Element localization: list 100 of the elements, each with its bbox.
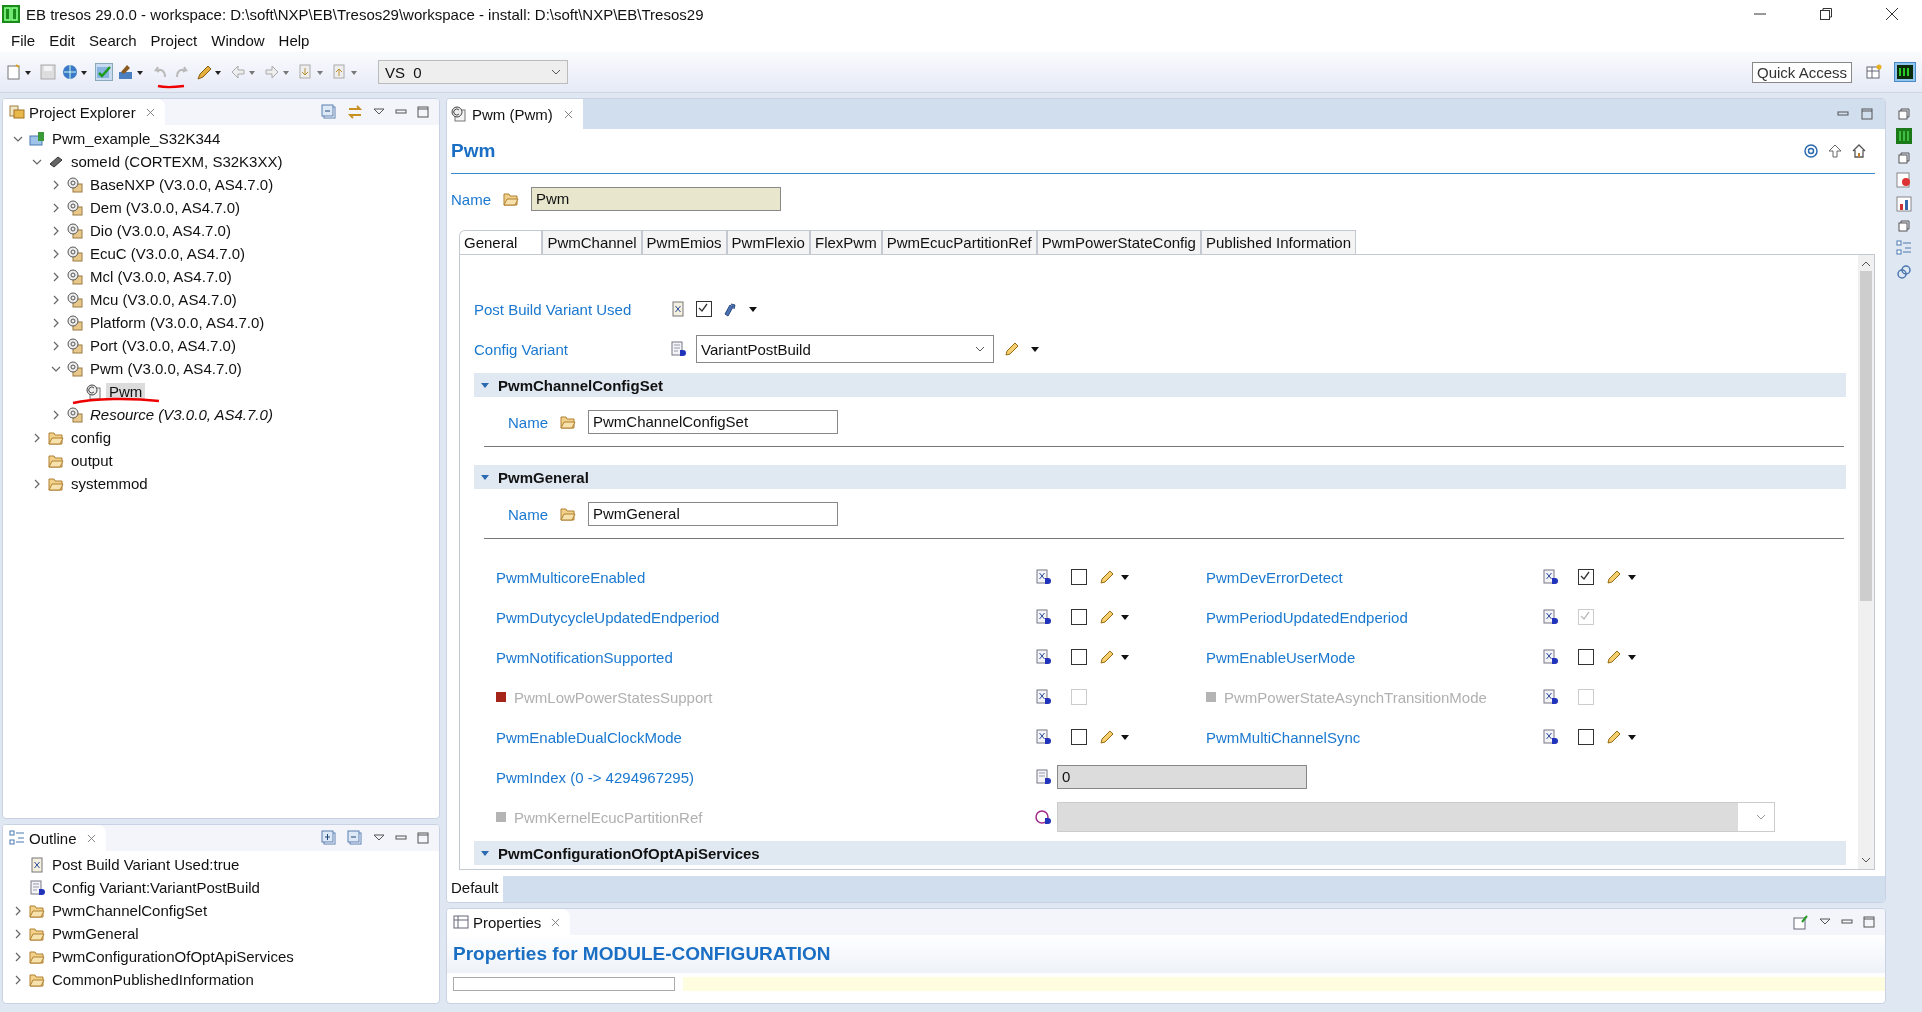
checkbox[interactable]	[1071, 569, 1087, 585]
maximize-icon[interactable]	[1861, 108, 1873, 120]
pencil-menu-icon[interactable]	[1606, 729, 1638, 745]
form-tab[interactable]: PwmPowerStateConfig	[1036, 230, 1201, 254]
tree-item[interactable]: Mcl (V3.0.0, AS4.7.0)	[87, 268, 235, 285]
outline-icon[interactable]	[1896, 240, 1912, 256]
outline-item[interactable]: Config Variant:VariantPostBuild	[49, 879, 263, 896]
tree-item[interactable]: someId (CORTEXM, S32K3XX)	[68, 153, 286, 170]
maximize-icon[interactable]	[1863, 916, 1875, 928]
scroll-down-icon[interactable]	[1861, 857, 1871, 863]
scrollbar[interactable]	[1858, 255, 1874, 869]
name-field[interactable]: Pwm	[531, 187, 781, 211]
checkbox[interactable]	[1071, 609, 1087, 625]
menu-item[interactable]: Edit	[42, 31, 83, 49]
down-arrow-icon[interactable]	[298, 63, 326, 81]
pencil-menu-icon[interactable]	[1099, 649, 1131, 665]
tree-item[interactable]: Platform (V3.0.0, AS4.7.0)	[87, 314, 268, 331]
chart-icon[interactable]	[1896, 196, 1912, 212]
tree-item[interactable]: Dio (V3.0.0, AS4.7.0)	[87, 222, 234, 239]
expand-all-icon[interactable]	[321, 830, 337, 846]
form-tab[interactable]: FlexPwm	[809, 230, 882, 254]
globe-icon[interactable]	[62, 63, 90, 81]
scroll-up-icon[interactable]	[1861, 261, 1871, 267]
outline-item[interactable]: PwmGeneral	[49, 925, 142, 942]
tree-item[interactable]: BaseNXP (V3.0.0, AS4.7.0)	[87, 176, 277, 193]
pencil-icon[interactable]	[1004, 341, 1020, 357]
close-icon[interactable]	[1885, 7, 1899, 21]
form-tab[interactable]: PwmChannel	[542, 230, 642, 254]
pencil-menu-icon[interactable]	[1099, 609, 1131, 625]
maximize-icon[interactable]	[417, 106, 429, 118]
checkbox[interactable]	[696, 301, 712, 317]
expand-arrow-icon[interactable]	[480, 848, 490, 858]
outline-item[interactable]: CommonPublishedInformation	[49, 971, 257, 988]
new-file-icon[interactable]	[6, 63, 34, 81]
open-perspective-icon[interactable]	[1866, 64, 1882, 80]
outline-item[interactable]: PwmChannelConfigSet	[49, 902, 211, 919]
restore-icon[interactable]	[1819, 7, 1833, 21]
checkbox[interactable]	[1071, 649, 1087, 665]
checkbox[interactable]	[1071, 729, 1087, 745]
form-tab[interactable]: General	[459, 230, 543, 254]
maximize-icon[interactable]	[417, 832, 429, 844]
pencil-menu-icon[interactable]	[1099, 569, 1131, 585]
checkbox[interactable]	[1578, 729, 1594, 745]
section-header[interactable]: PwmConfigurationOfOptApiServices	[474, 841, 1846, 865]
menu-item[interactable]: Search	[82, 31, 144, 49]
caret-icon[interactable]	[748, 304, 758, 314]
editor-tab[interactable]: Pwm (Pwm)	[447, 99, 583, 129]
form-tab[interactable]: PwmEcucPartitionRef	[881, 230, 1037, 254]
pencil-menu-icon[interactable]	[1606, 649, 1638, 665]
up-arrow-icon[interactable]	[332, 63, 360, 81]
menu-item[interactable]: Window	[204, 31, 272, 49]
section-header[interactable]: PwmGeneral	[474, 465, 1846, 489]
menu-item[interactable]: File	[4, 31, 43, 49]
number-field[interactable]: 0	[1057, 765, 1307, 789]
form-tab[interactable]: Published Information	[1200, 230, 1357, 254]
form-tab[interactable]: PwmEmios	[641, 230, 727, 254]
tree-item[interactable]: EcuC (V3.0.0, AS4.7.0)	[87, 245, 249, 262]
checkbox[interactable]	[1578, 649, 1594, 665]
error-log-icon[interactable]	[1896, 172, 1912, 188]
outline-tab[interactable]: Outline	[3, 825, 106, 851]
expand-arrow-icon[interactable]	[480, 472, 490, 482]
tree-item[interactable]: systemmod	[68, 475, 151, 492]
tree-item[interactable]: Pwm (V3.0.0, AS4.7.0)	[87, 360, 245, 377]
pencil-menu-icon[interactable]	[1099, 729, 1131, 745]
tree-item[interactable]: Dem (V3.0.0, AS4.7.0)	[87, 199, 244, 216]
tree-item[interactable]: Pwm_example_S32K344	[49, 130, 224, 147]
variant-dropdown[interactable]: VS 0	[378, 60, 568, 84]
pencil-menu-icon[interactable]	[1606, 569, 1638, 585]
home-icon[interactable]	[1851, 143, 1867, 159]
pin-icon[interactable]	[1793, 914, 1809, 930]
outline-item[interactable]: Post Build Variant Used:true	[49, 856, 243, 873]
project-explorer-tab[interactable]: Project Explorer	[3, 99, 165, 125]
form-tab[interactable]: PwmFlexio	[726, 230, 810, 254]
quick-access-field[interactable]: Quick Access	[1751, 61, 1852, 83]
generate-icon[interactable]	[118, 63, 146, 81]
link-icon[interactable]	[1896, 264, 1912, 280]
properties-tab[interactable]: Properties	[447, 909, 571, 935]
pencil-icon[interactable]	[196, 63, 224, 81]
variant-icon[interactable]	[722, 301, 738, 317]
name-field[interactable]: PwmChannelConfigSet	[588, 410, 838, 434]
collapse-all-icon[interactable]	[347, 830, 363, 846]
ecu-perspective-icon[interactable]	[1894, 62, 1916, 82]
tree-item[interactable]: output	[68, 452, 116, 469]
link-icon[interactable]	[347, 104, 363, 120]
menu-item[interactable]: Project	[143, 31, 205, 49]
check-icon[interactable]	[96, 64, 112, 80]
expand-arrow-icon[interactable]	[480, 380, 490, 390]
caret-icon[interactable]	[1030, 344, 1040, 354]
name-field[interactable]: PwmGeneral	[588, 502, 838, 526]
outline-item[interactable]: PwmConfigurationOfOptApiServices	[49, 948, 297, 965]
variant-tab[interactable]: Default	[447, 876, 503, 902]
scroll-thumb[interactable]	[1860, 271, 1872, 601]
tree-item[interactable]: Resource (V3.0.0, AS4.7.0)	[87, 406, 276, 423]
section-header[interactable]: PwmChannelConfigSet	[474, 373, 1846, 397]
up-icon[interactable]	[1827, 143, 1843, 159]
config-variant-dropdown[interactable]: VariantPostBuild	[696, 335, 994, 363]
tree-item[interactable]: Port (V3.0.0, AS4.7.0)	[87, 337, 239, 354]
tree-item[interactable]: Mcu (V3.0.0, AS4.7.0)	[87, 291, 240, 308]
tree-item[interactable]: config	[68, 429, 115, 446]
checkbox[interactable]	[1578, 569, 1594, 585]
